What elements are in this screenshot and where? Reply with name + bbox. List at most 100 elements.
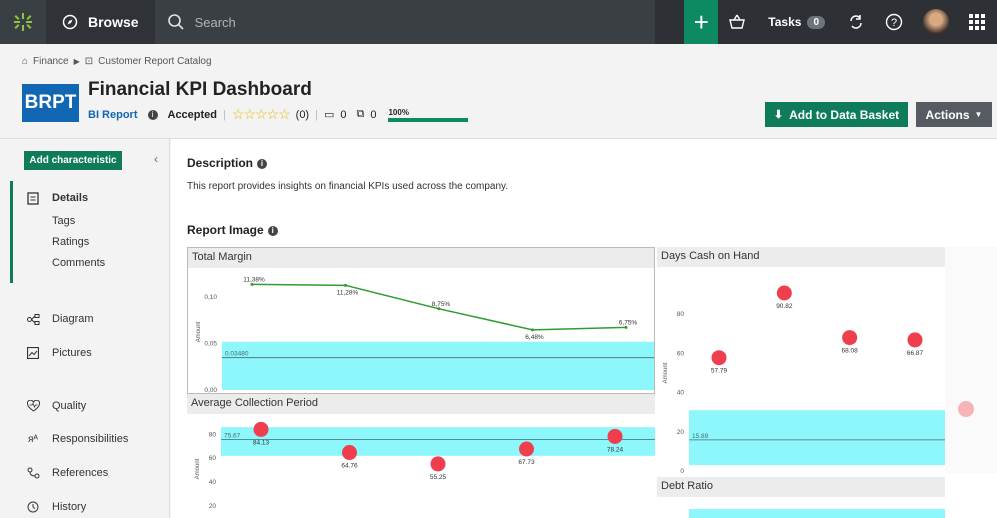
app-logo[interactable] xyxy=(0,0,46,44)
sidebar-item-references[interactable]: References xyxy=(26,466,108,480)
data-label: 64.76 xyxy=(341,463,358,470)
asset-type-logo: BRPT xyxy=(22,84,79,122)
collibra-logo-icon xyxy=(14,13,32,31)
data-label: 67.73 xyxy=(518,459,535,466)
top-navigation-bar: Browse Search + Tasks 0 ? xyxy=(0,0,997,44)
chart-band xyxy=(221,427,655,456)
chart-title: Average Collection Period xyxy=(187,394,655,414)
tick-label: 60 xyxy=(677,350,685,357)
data-point xyxy=(531,328,534,332)
tick-label: 60 xyxy=(209,455,217,462)
data-basket-button[interactable] xyxy=(718,0,757,44)
search-input[interactable]: Search xyxy=(155,0,655,44)
panel-gutter xyxy=(945,247,997,473)
tick-label: 0 xyxy=(680,468,684,473)
chart-title: Total Margin xyxy=(188,248,654,268)
data-point xyxy=(907,332,923,348)
sidebar-item-diagram[interactable]: Diagram xyxy=(26,312,94,326)
comments-count: 0 xyxy=(340,108,347,121)
rating-stars[interactable]: ☆☆☆☆☆ xyxy=(232,106,291,123)
sidebar-item-tags[interactable]: Tags xyxy=(52,215,75,227)
data-label: 68.08 xyxy=(842,348,859,355)
chart-days-cash-svg: 15.89 0 20 40 60 80 Amount 57.79 90.82 68.08 66.87 xyxy=(663,285,945,473)
data-label: 66.87 xyxy=(907,350,924,357)
browse-button[interactable]: Browse xyxy=(46,0,155,44)
breadcrumb-item-finance[interactable]: Finance xyxy=(33,56,69,67)
sidebar-item-quality[interactable]: Quality xyxy=(26,399,86,413)
collapse-sidebar-icon[interactable]: ‹ xyxy=(154,152,158,166)
basket-icon xyxy=(729,14,746,29)
tick-label: 80 xyxy=(209,431,217,438)
completeness-fill xyxy=(388,117,469,122)
create-button[interactable]: + xyxy=(684,0,719,44)
pictures-icon xyxy=(26,346,40,360)
data-label: 8,75% xyxy=(432,301,451,308)
avatar xyxy=(923,9,949,35)
references-icon xyxy=(26,466,40,480)
activity-button[interactable] xyxy=(837,0,875,44)
completeness-label: 100% xyxy=(388,107,409,117)
tag-icon[interactable]: ⧉ xyxy=(357,108,365,121)
asset-meta: BI Report i Accepted | ☆☆☆☆☆ (0) | ▭ 0 ⧉… xyxy=(88,106,469,123)
sidebar-item-responsibilities[interactable]: ᴙᴬ Responsibilities xyxy=(26,432,128,446)
chart-band xyxy=(689,410,945,466)
tasks-count-badge: 0 xyxy=(807,15,825,29)
sidebar-item-pictures[interactable]: Pictures xyxy=(26,346,92,360)
app-launcher-button[interactable] xyxy=(959,0,997,44)
info-icon[interactable]: i xyxy=(147,109,158,120)
data-label: 78.24 xyxy=(607,446,624,453)
actions-dropdown-button[interactable]: Actions ▼ xyxy=(916,102,992,127)
grid-icon xyxy=(969,14,985,30)
description-text: This report provides insights on financi… xyxy=(187,181,509,192)
sidebar-item-comments[interactable]: Comments xyxy=(52,257,105,269)
add-characteristic-button[interactable]: Add characteristic xyxy=(24,151,122,170)
compass-icon xyxy=(62,14,78,30)
description-heading: Description i xyxy=(187,156,268,170)
add-to-data-basket-button[interactable]: ⬇ Add to Data Basket xyxy=(765,102,908,127)
data-point xyxy=(342,445,357,461)
breadcrumb-separator-icon: ▶ xyxy=(73,57,80,66)
tags-count: 0 xyxy=(370,108,377,121)
tick-label: 20 xyxy=(209,503,217,510)
user-menu[interactable] xyxy=(913,0,959,44)
chart-average-collection-period: Average Collection Period 75.67 20 40 60 80 A… xyxy=(187,394,655,518)
basket-icon: ⬇ xyxy=(773,109,784,121)
history-label: History xyxy=(52,501,87,513)
tick-label: 80 xyxy=(677,311,685,318)
data-point xyxy=(519,441,534,457)
details-label: Details xyxy=(52,192,89,204)
chart-collection-svg: 75.67 20 40 60 80 Amount 84.13 64.76 55.25 67.73 7… xyxy=(195,421,655,510)
tasks-button[interactable]: Tasks 0 xyxy=(756,0,837,44)
pictures-label: Pictures xyxy=(52,347,92,359)
data-point xyxy=(430,456,446,472)
sidebar-item-details[interactable]: Details xyxy=(26,191,88,205)
chart-total-margin-svg: 0.03480 0,00 0,05 0,10 Amount 11,38% 11,28% 8,7… xyxy=(196,276,654,393)
data-point xyxy=(776,285,792,301)
page-title: Financial KPI Dashboard xyxy=(88,79,312,100)
comment-icon[interactable]: ▭ xyxy=(324,108,334,121)
refresh-icon xyxy=(850,15,862,29)
references-label: References xyxy=(52,467,109,479)
sidebar-item-ratings[interactable]: Ratings xyxy=(52,236,89,248)
tick-label: 40 xyxy=(677,390,685,397)
asset-type-link[interactable]: BI Report xyxy=(88,109,138,121)
completeness-bar xyxy=(388,117,469,122)
help-icon: ? xyxy=(885,13,903,31)
info-icon[interactable]: i xyxy=(267,225,278,236)
axis-label: Amount xyxy=(196,321,202,342)
history-icon xyxy=(26,500,40,514)
home-icon: ⌂ xyxy=(22,56,29,67)
data-point xyxy=(607,428,623,444)
help-button[interactable]: ? xyxy=(875,0,913,44)
reference-label: 0.03480 xyxy=(225,351,249,358)
quality-icon xyxy=(26,399,40,413)
main-content: Description i This report provides insigh… xyxy=(171,139,997,518)
data-label: 57.79 xyxy=(711,368,728,375)
info-icon[interactable]: i xyxy=(257,158,268,169)
breadcrumb-item-catalog[interactable]: Customer Report Catalog xyxy=(98,56,211,67)
description-heading-text: Description xyxy=(187,156,254,170)
sidebar-item-history[interactable]: History xyxy=(26,500,86,514)
tick-label: 20 xyxy=(677,429,685,436)
responsibilities-label: Responsibilities xyxy=(52,433,129,445)
completeness-meter: 100% xyxy=(388,107,469,122)
